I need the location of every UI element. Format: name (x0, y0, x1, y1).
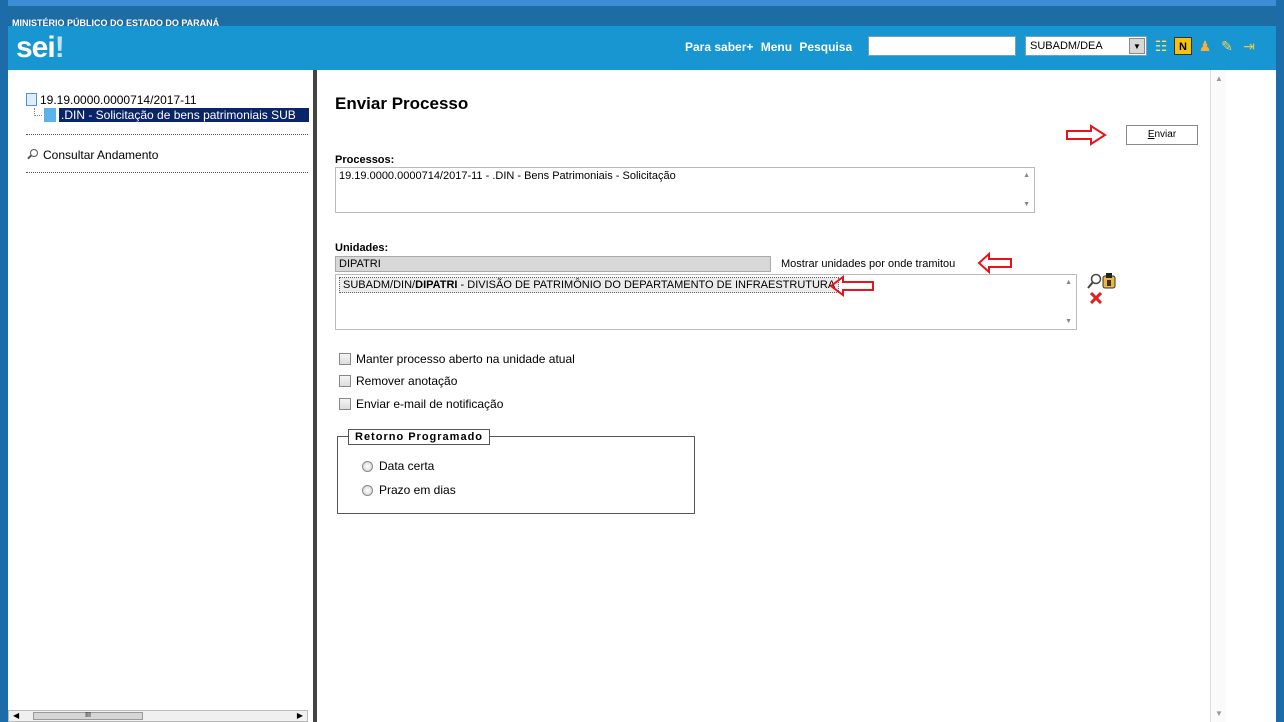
processos-list[interactable]: 19.19.0000.0000714/2017-11 - .DIN - Bens… (335, 167, 1035, 213)
separator (26, 134, 308, 135)
chevron-down-icon[interactable]: ▼ (1129, 38, 1145, 54)
scroll-down-icon[interactable]: ▼ (1023, 201, 1030, 208)
organization-icon[interactable] (1102, 273, 1116, 289)
header-nav: Para saber+ Menu Pesquisa (685, 40, 856, 54)
notes-icon[interactable]: N (1174, 37, 1192, 55)
scroll-up-icon[interactable]: ▲ (1215, 74, 1223, 83)
vertical-scrollbar[interactable]: ▲ ▼ (1210, 70, 1226, 722)
scroll-up-icon[interactable]: ▲ (1023, 172, 1030, 179)
process-icon (26, 93, 37, 106)
scroll-right-icon[interactable]: ▶ (297, 711, 303, 720)
nav-para-saber[interactable]: Para saber+ (685, 40, 753, 54)
tree-document[interactable]: .DIN - Solicitação de bens patrimoniais … (34, 108, 309, 122)
document-icon (44, 108, 56, 122)
unidades-list[interactable]: SUBADM/DIN/DIPATRI - DIVISÃO DE PATRIMÔN… (335, 274, 1077, 330)
magnifier-icon (26, 149, 38, 161)
wrench-icon[interactable]: ✎ (1218, 37, 1236, 55)
list-icon[interactable]: ☷ (1152, 37, 1170, 55)
search-input[interactable] (868, 36, 1016, 56)
selected-unit-item[interactable]: SUBADM/DIN/DIPATRI - DIVISÃO DE PATRIMÔN… (339, 277, 840, 293)
process-tree: 19.19.0000.0000714/2017-11 (26, 92, 197, 107)
radio[interactable] (362, 484, 373, 496)
unidade-input[interactable]: DIPATRI (335, 256, 771, 272)
page-title: Enviar Processo (335, 94, 469, 113)
exit-icon[interactable]: ⇥ (1240, 37, 1258, 55)
process-number[interactable]: 19.19.0000.0000714/2017-11 (40, 93, 197, 107)
document-title[interactable]: .DIN - Solicitação de bens patrimoniais … (59, 108, 309, 122)
institution-name: MINISTÉRIO PÚBLICO DO ESTADO DO PARANÁ (8, 0, 1276, 28)
toolbar-icons: ☷ N ♟ ✎ ⇥ (1152, 37, 1258, 55)
mostrar-unidades-link[interactable]: Mostrar unidades por onde tramitou (781, 258, 955, 270)
enviar-button[interactable]: Enviar (1126, 125, 1198, 145)
scroll-up-icon[interactable]: ▲ (1065, 279, 1072, 286)
search-icon[interactable] (1087, 273, 1103, 289)
user-icon[interactable]: ♟ (1196, 37, 1214, 55)
top-bar: MINISTÉRIO PÚBLICO DO ESTADO DO PARANÁ s… (8, 0, 1276, 70)
checkbox-remover-anotacao[interactable]: Remover anotação (339, 374, 457, 388)
scroll-down-icon[interactable]: ▼ (1065, 318, 1072, 325)
process-tree-pane: 19.19.0000.0000714/2017-11 .DIN - Solici… (8, 70, 313, 722)
nav-menu[interactable]: Menu (761, 40, 792, 54)
list-item[interactable]: 19.19.0000.0000714/2017-11 - .DIN - Bens… (336, 168, 1034, 184)
window-frame-right (1276, 0, 1284, 722)
annotation-arrow-right (1066, 124, 1107, 146)
nav-pesquisa[interactable]: Pesquisa (799, 40, 852, 54)
checkbox[interactable] (339, 353, 351, 365)
radio-prazo-dias[interactable]: Prazo em dias (362, 483, 456, 497)
radio-data-certa[interactable]: Data certa (362, 459, 434, 473)
checkbox[interactable] (339, 375, 351, 387)
checkbox-manter-aberto[interactable]: Manter processo aberto na unidade atual (339, 352, 575, 366)
annotation-arrow-left (829, 275, 874, 297)
checkbox[interactable] (339, 398, 351, 410)
remove-icon[interactable] (1090, 292, 1102, 304)
annotation-arrow-left (977, 252, 1012, 274)
main-content: Enviar Processo Enviar Processos: 19.19.… (317, 70, 1210, 722)
separator (26, 172, 308, 173)
app-header: sei! Para saber+ Menu Pesquisa SUBADM/DE… (8, 26, 1276, 70)
consultar-andamento-link[interactable]: Consultar Andamento (26, 148, 158, 162)
scroll-left-icon[interactable]: ◀ (13, 711, 19, 720)
window-frame-left (0, 0, 8, 722)
sei-logo[interactable]: sei! (16, 31, 65, 65)
radio[interactable] (362, 460, 373, 472)
scroll-thumb[interactable]: III (33, 712, 143, 720)
horizontal-scrollbar[interactable]: ◀ III ▶ (8, 710, 308, 722)
tree-process[interactable]: 19.19.0000.0000714/2017-11 (26, 92, 197, 107)
checkbox-enviar-email[interactable]: Enviar e-mail de notificação (339, 397, 503, 411)
processos-label: Processos: (335, 154, 395, 166)
retorno-programado-legend: Retorno Programado (348, 429, 491, 445)
unit-select[interactable]: SUBADM/DEA ▼ (1025, 36, 1147, 56)
unidades-label: Unidades: (335, 242, 389, 254)
scroll-down-icon[interactable]: ▼ (1215, 709, 1223, 718)
retorno-programado-group: Retorno Programado Data certa Prazo em d… (337, 429, 695, 514)
